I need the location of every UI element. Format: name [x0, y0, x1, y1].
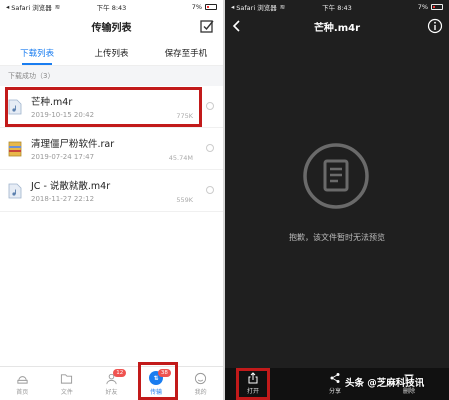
nav-bar: 芒种.m4r: [225, 14, 449, 38]
file-size: 45.74M: [168, 154, 193, 162]
home-icon: [17, 375, 28, 384]
page-title: 传输列表: [91, 22, 132, 34]
status-bar: ◂ Safari 浏览器 ≋ 下午 8:43 7%: [225, 0, 449, 14]
back-chevron-icon[interactable]: [231, 19, 243, 33]
friends-badge: 12: [113, 369, 127, 377]
select-radio[interactable]: [206, 102, 214, 110]
battery-icon: [205, 4, 217, 10]
folder-icon: [61, 373, 73, 384]
signal-icon: ◂: [231, 3, 234, 11]
status-bar: ◂ Safari 浏览器 ≋ 下午 8:43 7%: [0, 0, 223, 14]
status-battery-text: 7%: [191, 3, 202, 11]
file-row[interactable]: JC - 说散就散.m4r 2018-11-27 22:12 559K: [0, 170, 223, 212]
tab-download-list[interactable]: 下载列表: [0, 40, 74, 65]
tabbar-item-home[interactable]: 首页: [0, 367, 45, 400]
file-preview-screen: ◂ Safari 浏览器 ≋ 下午 8:43 7% 芒种.m4r 抱歉，该文件暂…: [225, 0, 449, 400]
file-row[interactable]: 芒种.m4r 2019-10-15 20:42 775K: [0, 86, 223, 128]
download-file-list: 芒种.m4r 2019-10-15 20:42 775K 清理僵尸粉软件.rar…: [0, 86, 223, 212]
tab-upload-list[interactable]: 上传列表: [74, 40, 148, 65]
file-name: 芒种.m4r: [31, 97, 73, 108]
music-file-icon: [8, 183, 22, 198]
file-date: 2019-10-15 20:42: [31, 111, 95, 119]
select-radio[interactable]: [206, 144, 214, 152]
transfer-badge: 38: [157, 369, 171, 377]
bottom-tab-bar: 首页 文件 12 好友 ⇅ 38 传输 我的: [0, 366, 223, 400]
transfer-list-screen: ◂ Safari 浏览器 ≋ 下午 8:43 7% 传输列表 下载列表 上传列表…: [0, 0, 223, 400]
share-icon: [330, 373, 340, 383]
tabbar-item-files[interactable]: 文件: [45, 367, 90, 400]
file-size: 559K: [176, 196, 193, 204]
music-file-icon: [8, 99, 22, 114]
file-date: 2018-11-27 22:12: [31, 195, 95, 203]
multi-select-edit-icon[interactable]: [199, 18, 215, 34]
wifi-icon: ≋: [279, 3, 286, 11]
tabbar-item-profile[interactable]: 我的: [178, 367, 223, 400]
preview-unavailable-message: 抱歉，该文件暂时无法预览: [289, 233, 385, 242]
file-name: JC - 说散就散.m4r: [31, 181, 111, 192]
tab-save-to-phone[interactable]: 保存至手机: [149, 40, 223, 65]
tabbar-item-friends[interactable]: 12 好友: [89, 367, 134, 400]
file-name: 清理僵尸粉软件.rar: [31, 139, 115, 150]
nav-bar: 传输列表: [0, 14, 223, 38]
open-share-icon: [248, 372, 258, 384]
open-button[interactable]: 打开: [247, 372, 259, 395]
share-button[interactable]: 分享: [329, 372, 341, 395]
file-date: 2019-07-24 17:47: [31, 153, 95, 161]
archive-file-icon: [8, 141, 22, 156]
transfer-tabs: 下载列表 上传列表 保存至手机: [0, 40, 223, 66]
status-carrier: Safari 浏览器: [236, 4, 277, 12]
profile-icon: [195, 372, 207, 384]
battery-icon: [431, 4, 443, 10]
wifi-icon: ≋: [54, 3, 61, 11]
watermark-text: 头条 @芝麻科技讯: [345, 378, 425, 389]
section-header-download-success: 下载成功（3）: [0, 66, 223, 86]
no-preview-document-icon: [303, 143, 369, 209]
tabbar-item-transfer[interactable]: ⇅ 38 传输: [134, 367, 179, 400]
file-size: 775K: [176, 112, 193, 120]
file-row[interactable]: 清理僵尸粉软件.rar 2019-07-24 17:47 45.74M: [0, 128, 223, 170]
status-carrier: Safari 浏览器: [11, 4, 52, 12]
status-battery-text: 7%: [417, 3, 428, 11]
signal-icon: ◂: [6, 3, 9, 11]
preview-file-title: 芒种.m4r: [313, 22, 361, 34]
select-radio[interactable]: [206, 186, 214, 194]
info-icon[interactable]: [427, 18, 443, 34]
